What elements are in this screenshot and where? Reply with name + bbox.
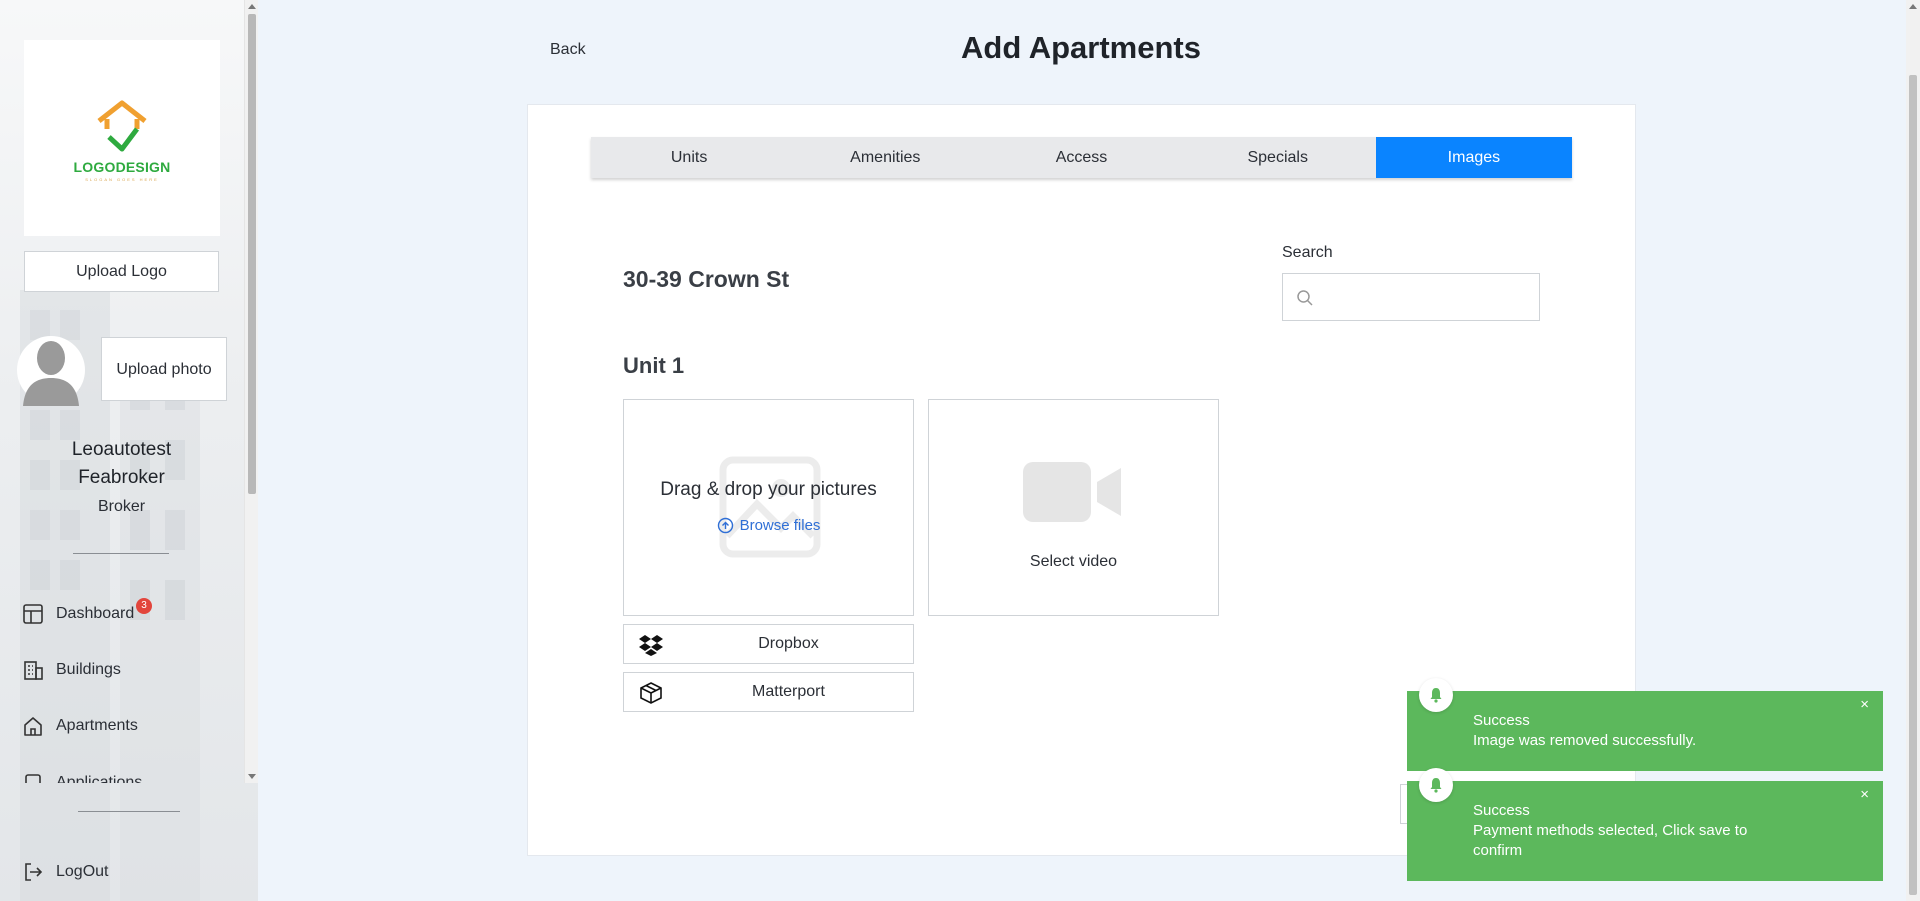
upload-photo-button[interactable]: Upload photo [101,337,227,401]
sidebar-scroll-thumb[interactable] [248,14,256,494]
applications-icon [25,774,41,783]
sidebar-item-label: Buildings [56,661,121,678]
video-camera-icon [1023,462,1121,522]
search-icon [1297,290,1313,306]
success-toast: × Success Image was removed successfully… [1407,678,1883,771]
matterport-icon [640,682,662,704]
tab-access[interactable]: Access [983,137,1179,178]
sidebar-divider-bottom [78,811,180,812]
toast-close-button[interactable]: × [1860,785,1869,805]
sidebar-item-label: Dashboard [56,605,135,622]
tab-images[interactable]: Images [1375,137,1573,178]
scroll-up-arrow-icon[interactable] [1909,4,1917,9]
toast-message: Payment methods selected, Click save to … [1473,822,1748,859]
scroll-down-arrow-icon[interactable] [248,774,256,779]
success-toast: × Success Payment methods selected, Clic… [1407,768,1883,881]
toast-bell [1419,768,1453,802]
sidebar-item-dashboard[interactable]: Dashboard [22,600,134,628]
browse-files-label: Browse files [739,517,821,534]
back-link[interactable]: Back [550,41,586,59]
sidebar-divider [73,553,169,554]
dropbox-label: Dropbox [758,635,819,652]
image-placeholder-icon [719,456,821,558]
select-video-label: Select video [1029,553,1118,570]
unit-title: Unit 1 [623,353,685,378]
page-scroll-thumb[interactable] [1909,75,1917,895]
user-name: Leoautotest Feabroker [20,436,223,492]
company-logo: LOGODESIGN SLOGAN GOES HERE [24,40,220,236]
sidebar-item-buildings[interactable]: Buildings [22,656,121,684]
upload-logo-button[interactable]: Upload Logo [24,251,219,292]
logout-icon [25,863,43,881]
matterport-button[interactable]: Matterport [623,672,914,712]
search-label: Search [1282,244,1333,261]
tab-specials[interactable]: Specials [1180,137,1376,178]
bell-icon [1430,688,1442,703]
buildings-icon [24,661,43,680]
page-scrollbar[interactable] [1906,0,1920,901]
sidebar-item-applications[interactable]: Applications [22,769,142,783]
tab-amenities[interactable]: Amenities [787,137,983,178]
toast-title: Success [1473,712,1530,729]
sidebar: LOGODESIGN SLOGAN GOES HERE Upload Logo … [0,0,258,901]
toast-title: Success [1473,802,1530,819]
drop-zone-text: Drag & drop your pictures [660,479,877,500]
home-icon [24,717,42,736]
avatar [17,336,85,406]
tab-bar: Units Amenities Access Specials Images [591,137,1573,178]
user-last-name: Feabroker [78,467,165,488]
sidebar-item-label: Apartments [56,717,138,734]
scroll-up-arrow-icon[interactable] [248,4,256,9]
matterport-label: Matterport [752,683,825,700]
dropbox-button[interactable]: Dropbox [623,624,914,664]
toast-close-button[interactable]: × [1860,695,1869,715]
house-logo-icon [97,100,147,151]
dropbox-icon [639,635,663,656]
sidebar-item-label: Applications [56,774,143,783]
toast-bell [1419,678,1453,712]
page-title: Add Apartments [961,30,1201,65]
tab-units[interactable]: Units [591,137,787,178]
select-video-zone[interactable]: Select video [928,399,1219,616]
toast-message: Image was removed successfully. [1473,732,1697,749]
logo-text: LOGODESIGN [73,158,171,175]
logout-label: LogOut [56,863,109,880]
notification-badge: 3 [136,598,152,614]
browse-files-link[interactable]: Browse files [624,517,913,534]
user-role: Broker [97,498,146,515]
cloud-upload-icon [717,517,733,534]
building-name: 30-39 Crown St [623,266,790,292]
logout-button[interactable]: LogOut [22,858,108,886]
sidebar-scrollbar[interactable] [244,0,258,783]
search-field[interactable] [1282,273,1540,321]
bell-icon [1430,778,1442,793]
user-first-name: Leoautotest [71,439,172,460]
dashboard-icon [23,604,43,624]
logo-subtext: SLOGAN GOES HERE [85,176,159,182]
sidebar-item-apartments[interactable]: Apartments [22,712,138,740]
sidebar-clipped-area: Applications [0,765,244,783]
image-drop-zone[interactable]: Drag & drop your pictures Browse files [623,399,914,616]
search-input[interactable] [1327,284,1527,312]
